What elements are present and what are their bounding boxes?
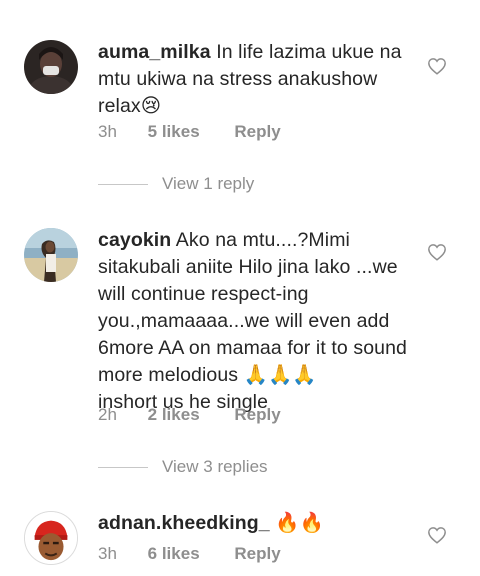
reply-button[interactable]: Reply bbox=[234, 405, 280, 425]
comment-text: adnan.kheedking_ 🔥🔥 bbox=[98, 510, 416, 537]
emoji: 🔥🔥 bbox=[275, 512, 325, 534]
comment-time: 3h bbox=[98, 544, 117, 563]
divider bbox=[98, 183, 148, 185]
comment-meta: 3h 5 likes Reply bbox=[98, 122, 281, 142]
heart-icon[interactable] bbox=[427, 243, 447, 261]
view-replies-button[interactable]: View 3 replies bbox=[98, 455, 268, 479]
avatar[interactable] bbox=[24, 511, 78, 565]
heart-icon[interactable] bbox=[427, 57, 447, 75]
heart-icon[interactable] bbox=[427, 526, 447, 544]
likes-count[interactable]: 6 likes bbox=[148, 544, 200, 564]
avatar[interactable] bbox=[24, 228, 78, 282]
comment-username[interactable]: auma_milka bbox=[98, 41, 211, 63]
comment-meta: 2h 2 likes Reply bbox=[98, 405, 281, 425]
reply-button[interactable]: Reply bbox=[234, 544, 280, 564]
likes-count[interactable]: 2 likes bbox=[148, 405, 200, 425]
comment-time: 3h bbox=[98, 122, 117, 141]
comment-username[interactable]: cayokin bbox=[98, 229, 171, 251]
comment-text: cayokin Ako na mtu....?Mimi sitakubali a… bbox=[98, 227, 416, 416]
emoji: 😢 bbox=[140, 95, 162, 117]
comment-body: Ako na mtu....?Mimi sitakubali aniite Hi… bbox=[98, 229, 407, 386]
avatar[interactable] bbox=[24, 40, 78, 94]
reply-button[interactable]: Reply bbox=[234, 122, 280, 142]
comment-time: 2h bbox=[98, 405, 117, 424]
divider bbox=[98, 466, 148, 468]
view-replies-button[interactable]: View 1 reply bbox=[98, 172, 254, 196]
view-replies-label: View 1 reply bbox=[162, 174, 255, 193]
comment-text: auma_milka In life lazima ukue na mtu uk… bbox=[98, 39, 416, 120]
view-replies-label: View 3 replies bbox=[162, 457, 268, 476]
likes-count[interactable]: 5 likes bbox=[148, 122, 200, 142]
comment-meta: 3h 6 likes Reply bbox=[98, 544, 281, 564]
comment-username[interactable]: adnan.kheedking_ bbox=[98, 512, 270, 534]
emoji: 🙏🙏🙏 bbox=[243, 364, 317, 386]
